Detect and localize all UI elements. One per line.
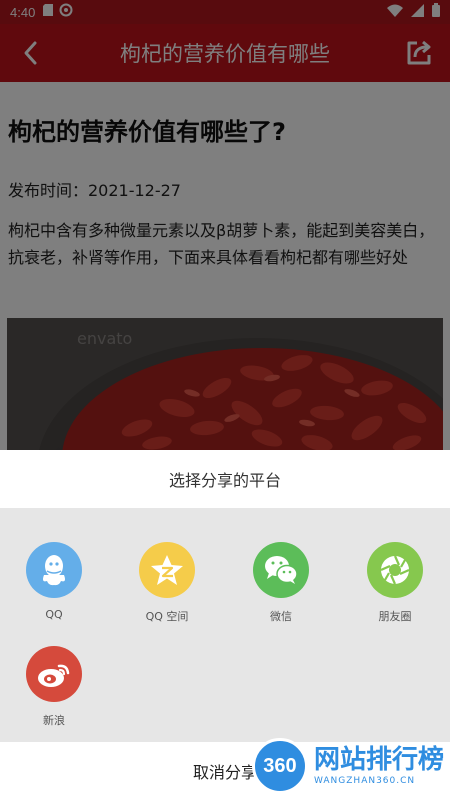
watermark-360-logo: 360 — [251, 738, 308, 794]
moments-icon — [367, 542, 423, 598]
qzone-icon — [139, 542, 195, 598]
share-option-qq[interactable]: QQ — [14, 542, 94, 621]
wechat-icon — [253, 542, 309, 598]
share-option-wechat[interactable]: 微信 — [241, 542, 321, 624]
share-option-label: QQ 空间 — [145, 610, 189, 623]
share-option-label: 微信 — [270, 610, 292, 623]
dim-overlay[interactable] — [0, 0, 450, 452]
share-option-moments[interactable]: 朋友圈 — [355, 542, 435, 624]
share-sheet-title: 选择分享的平台 — [0, 450, 450, 508]
qq-icon — [26, 542, 82, 598]
share-option-qzone[interactable]: QQ 空间 — [127, 542, 207, 624]
share-option-label: 新浪 — [43, 714, 65, 727]
watermark-url: WANGZHAN360.CN — [313, 775, 416, 786]
share-option-label: 朋友圈 — [378, 610, 412, 623]
site-watermark: 360 网站排行榜 WANGZHAN360.CN — [251, 738, 444, 794]
share-option-label: QQ — [45, 608, 63, 621]
watermark-name: 网站排行榜 — [313, 744, 444, 775]
share-option-weibo[interactable]: 新浪 — [14, 646, 94, 728]
weibo-icon — [26, 646, 82, 702]
